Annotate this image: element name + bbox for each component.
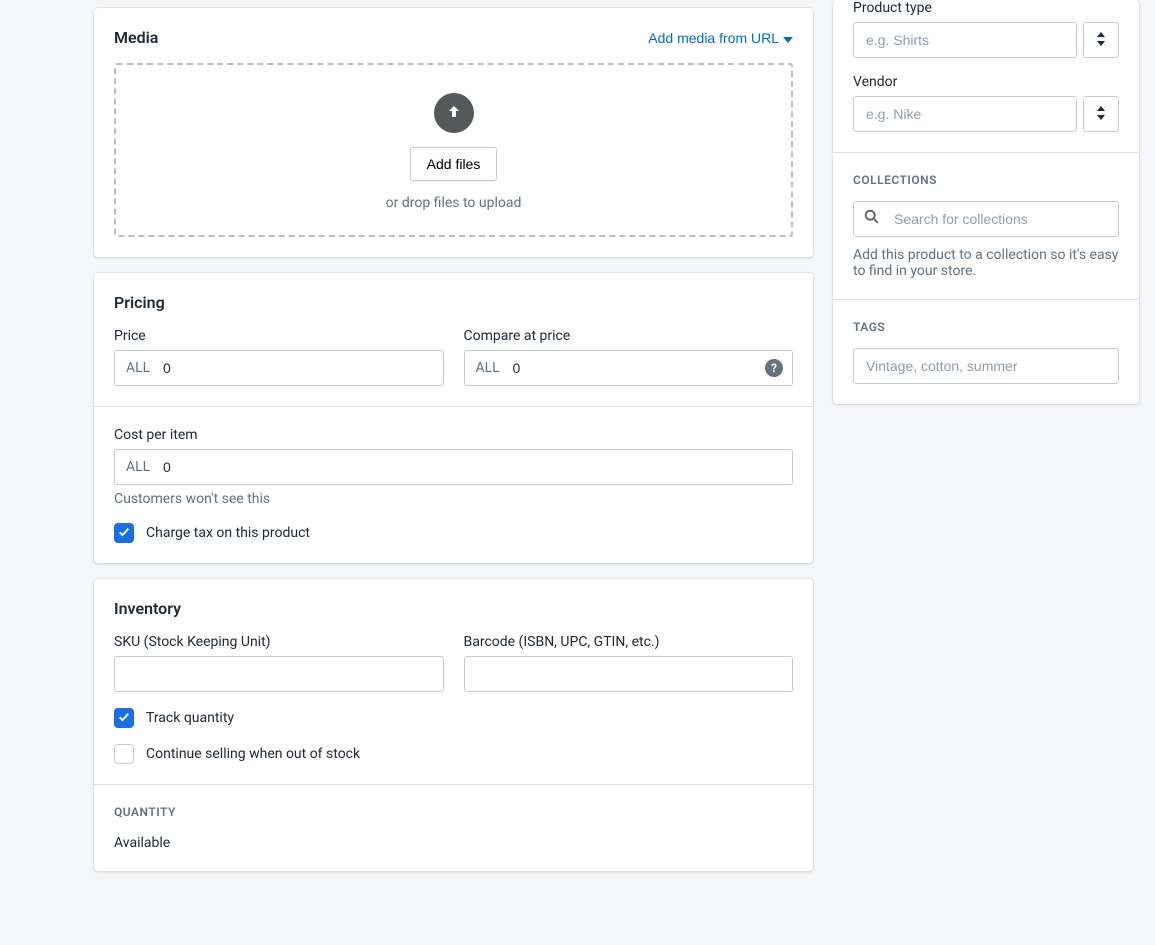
- compare-price-input[interactable]: [464, 350, 794, 386]
- continue-selling-checkbox[interactable]: [114, 744, 134, 764]
- drop-files-text: or drop files to upload: [136, 195, 771, 211]
- price-label: Price: [114, 328, 444, 344]
- product-type-input[interactable]: [853, 22, 1077, 58]
- vendor-label: Vendor: [853, 74, 1119, 90]
- pricing-title: Pricing: [114, 293, 793, 312]
- track-quantity-label: Track quantity: [146, 710, 234, 726]
- inventory-card: Inventory SKU (Stock Keeping Unit) Barco…: [94, 579, 813, 871]
- sku-input[interactable]: [114, 656, 444, 692]
- cost-per-item-input[interactable]: [114, 449, 793, 485]
- continue-selling-label: Continue selling when out of stock: [146, 746, 360, 762]
- barcode-label: Barcode (ISBN, UPC, GTIN, etc.): [464, 634, 794, 650]
- compare-price-label: Compare at price: [464, 328, 794, 344]
- media-dropzone[interactable]: Add files or drop files to upload: [114, 63, 793, 237]
- product-type-select-button[interactable]: [1083, 22, 1119, 58]
- compare-help-icon[interactable]: ?: [765, 359, 783, 377]
- media-card: Media Add media from URL Add files: [94, 8, 813, 257]
- collections-help-text: Add this product to a collection so it's…: [853, 247, 1119, 279]
- vendor-select-button[interactable]: [1083, 96, 1119, 132]
- add-media-from-url-button[interactable]: Add media from URL: [648, 30, 793, 46]
- cost-help-text: Customers won't see this: [114, 491, 793, 507]
- price-input[interactable]: [114, 350, 444, 386]
- sku-label: SKU (Stock Keeping Unit): [114, 634, 444, 650]
- cost-per-item-label: Cost per item: [114, 427, 793, 443]
- charge-tax-checkbox[interactable]: [114, 523, 134, 543]
- collections-search-input[interactable]: [853, 201, 1119, 237]
- inventory-title: Inventory: [114, 599, 793, 618]
- select-arrows-icon: [1096, 32, 1106, 49]
- charge-tax-label: Charge tax on this product: [146, 525, 310, 541]
- quantity-heading: QUANTITY: [114, 805, 793, 819]
- add-files-button[interactable]: Add files: [410, 147, 498, 181]
- add-media-from-url-label: Add media from URL: [648, 30, 779, 46]
- upload-icon: [434, 93, 474, 133]
- product-type-label: Product type: [853, 0, 1119, 16]
- tags-input[interactable]: [853, 348, 1119, 384]
- track-quantity-checkbox[interactable]: [114, 708, 134, 728]
- sidebar-card: Product type Vendor: [833, 0, 1139, 404]
- vendor-input[interactable]: [853, 96, 1077, 132]
- collections-heading: COLLECTIONS: [853, 173, 1119, 187]
- barcode-input[interactable]: [464, 656, 794, 692]
- media-title: Media: [114, 28, 158, 47]
- caret-down-icon: [783, 30, 793, 46]
- select-arrows-icon: [1096, 106, 1106, 123]
- tags-heading: TAGS: [853, 320, 1119, 334]
- pricing-card: Pricing Price ALL Compare at price ALL: [94, 273, 813, 563]
- available-label: Available: [114, 835, 793, 851]
